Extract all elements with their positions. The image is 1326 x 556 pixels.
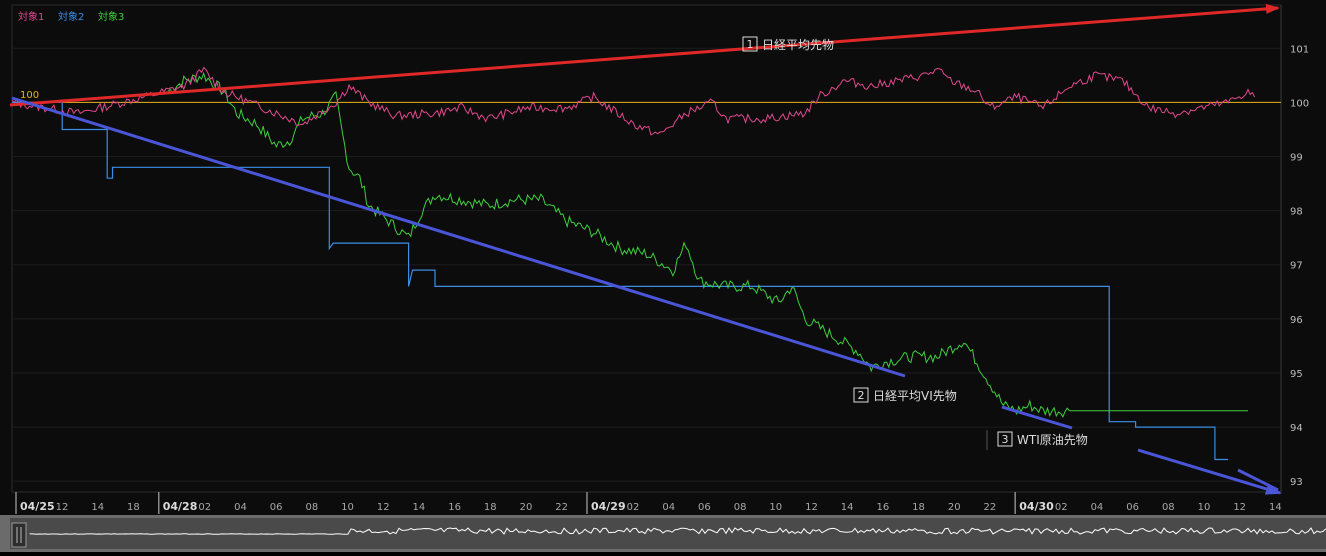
y-tick-label: 101 [1290,44,1309,55]
x-tick-label: 22 [984,502,997,513]
y-tick-label: 96 [1290,315,1303,326]
x-tick-label: 02 [1055,502,1068,513]
x-tick-label: 14 [841,502,854,513]
annotation-2-number: 2 [858,389,865,402]
x-tick-label: 16 [448,502,461,513]
annotation-3-text: WTI原油先物 [1017,433,1088,447]
legend-item-2[interactable]: 対象2 [58,10,84,23]
legend: 対象1 対象2 対象3 [18,10,124,23]
x-tick-label: 06 [1126,502,1139,513]
chart-svg: 93949596979899100101 04/25 12 14 18 04/28 02 0… [0,3,1326,552]
x-tick-label: 12 [1233,502,1246,513]
x-tick-label: 12 [377,502,390,513]
legend-item-1[interactable]: 対象1 [18,10,44,23]
x-tick-label: 18 [484,502,497,513]
x-tick-label: 14 [91,502,104,513]
y-tick-label: 97 [1290,261,1303,272]
y-tick-label: 99 [1290,153,1303,164]
y-tick-label: 100 [1290,98,1309,109]
x-tick-label: 20 [948,502,961,513]
x-tick-label: 10 [1198,502,1211,513]
x-tick-label: 12 [805,502,818,513]
x-tick-label: 04/25 [20,500,55,513]
annotation-3-number: 3 [1002,433,1009,446]
navigator[interactable] [0,515,1326,552]
x-tick-label: 08 [734,502,747,513]
x-tick-label: 16 [876,502,889,513]
annotation-1: 1 日経平均先物 [742,36,834,52]
x-tick-label: 20 [520,502,533,513]
x-tick-label: 14 [1269,502,1282,513]
chart-container: 93 94 95 96 97 98 99 100 101 04/25 12 14 18 04/28 02 0… [0,0,1326,552]
navigator-handle[interactable] [11,522,27,548]
x-tick-label: 04/30 [1019,500,1054,513]
x-tick-label: 12 [56,502,69,513]
annotation-1-number: 1 [747,38,754,51]
x-tick-label: 22 [555,502,568,513]
y-tick-label: 98 [1290,207,1303,218]
x-tick-label: 02 [198,502,211,513]
x-tick-label: 06 [270,502,283,513]
x-tick-label: 04 [234,502,247,513]
x-tick-label: 14 [413,502,426,513]
x-tick-label: 04/29 [591,500,626,513]
baseline-label: 100 [20,90,39,101]
x-tick-label: 18 [912,502,925,513]
x-tick-label: 10 [341,502,354,513]
x-tick-label: 08 [305,502,318,513]
x-tick-label: 04 [1091,502,1104,513]
y-tick-label: 95 [1290,369,1303,380]
x-tick-label: 02 [627,502,640,513]
y-tick-label: 93 [1290,477,1303,488]
x-tick-label: 18 [127,502,140,513]
x-tick-label: 06 [698,502,711,513]
annotation-2-text: 日経平均VI先物 [873,389,957,403]
y-tick-label: 94 [1290,423,1303,434]
x-tick-label: 04/28 [163,500,198,513]
legend-item-3[interactable]: 対象3 [98,10,124,23]
x-tick-label: 10 [769,502,782,513]
x-tick-label: 08 [1162,502,1175,513]
annotation-1-text: 日経平均先物 [762,38,834,52]
x-tick-label: 04 [662,502,675,513]
